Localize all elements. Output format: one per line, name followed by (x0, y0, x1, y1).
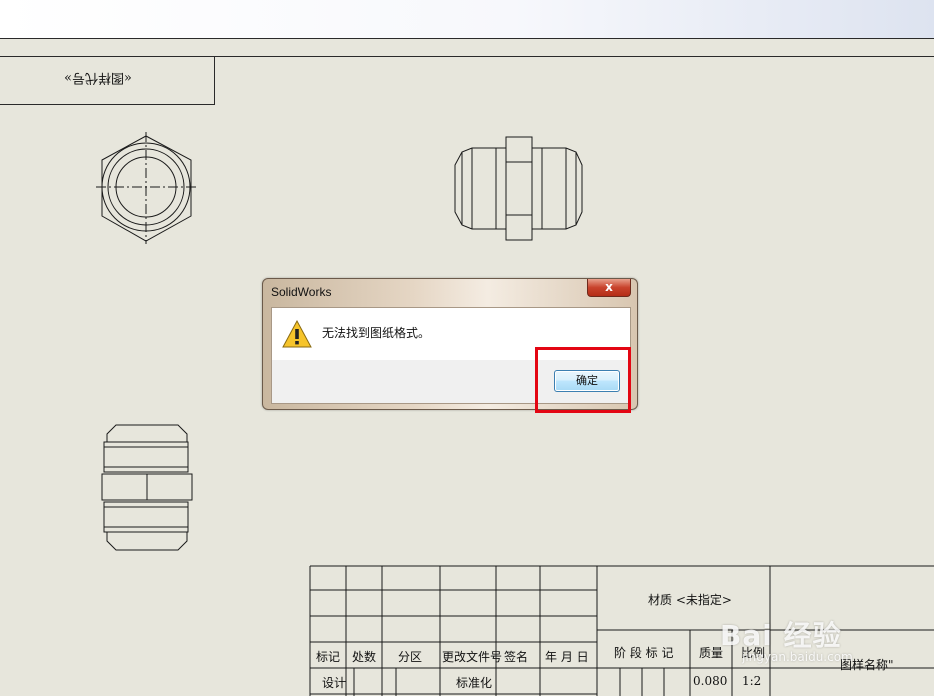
dialog-message: 无法找到图纸格式。 (322, 326, 431, 340)
hex-front-view (96, 132, 198, 244)
fitting-top-view (101, 424, 193, 551)
header-change-doc: 更改文件号 (442, 650, 503, 664)
row-design-label: 设计 (322, 676, 347, 690)
stage-mark-label: 阶 段 标 记 (614, 646, 674, 660)
mass-value: 0.080 (693, 674, 728, 688)
header-signature: 签名 (504, 650, 529, 664)
ok-button-highlight-box (535, 347, 631, 413)
watermark-main: Bai 经验 (720, 619, 842, 652)
dialog-title: SolidWorks (271, 285, 332, 299)
scale-value: 1:2 (742, 674, 762, 688)
fitting-side-view (454, 136, 583, 241)
baidu-watermark: Bai 经验 jingyan.baidu.com (712, 588, 934, 668)
warning-icon (282, 320, 312, 348)
watermark-url: jingyan.baidu.com (742, 650, 853, 664)
header-mark: 标记 (316, 650, 341, 664)
header-date: 年 月 日 (545, 650, 589, 664)
close-icon: x (605, 280, 613, 294)
dialog-close-button[interactable]: x (587, 279, 631, 297)
header-zone: 分区 (398, 650, 423, 664)
row-standard-label: 标准化 (456, 676, 493, 690)
header-count: 处数 (352, 650, 377, 664)
